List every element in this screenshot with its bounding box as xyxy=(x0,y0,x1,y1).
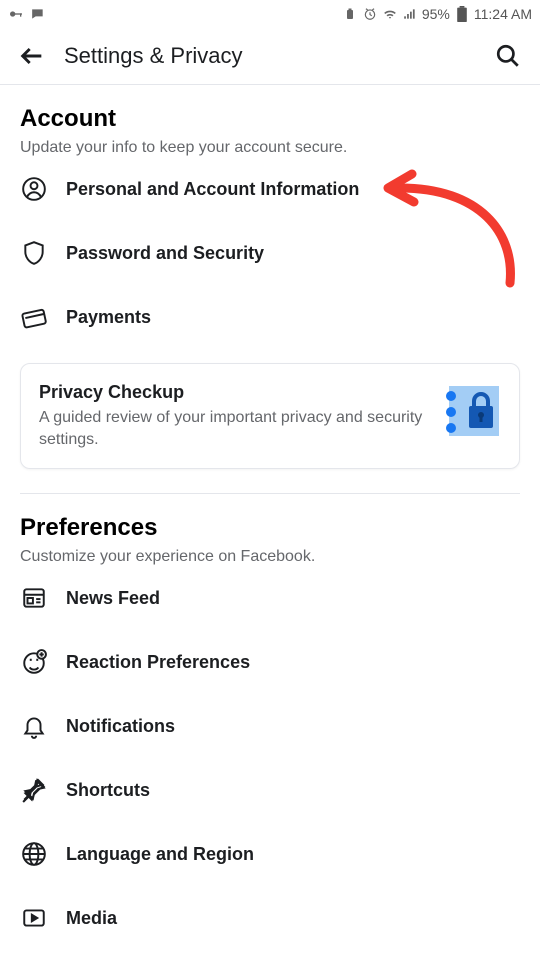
menu-item-news-feed[interactable]: News Feed xyxy=(20,566,520,630)
reaction-icon xyxy=(20,648,48,676)
menu-item-password-security[interactable]: Password and Security xyxy=(20,221,520,285)
search-button[interactable] xyxy=(494,42,522,70)
menu-label: Shortcuts xyxy=(66,780,150,801)
menu-item-shortcuts[interactable]: Shortcuts xyxy=(20,758,520,822)
menu-label: Payments xyxy=(66,307,151,328)
arrow-left-icon xyxy=(18,42,46,70)
card-title: Privacy Checkup xyxy=(39,382,425,403)
card-subtitle: A guided review of your important privac… xyxy=(39,407,425,450)
menu-label: Personal and Account Information xyxy=(66,179,359,200)
status-bar: 95% 11:24 AM xyxy=(0,0,540,28)
news-feed-icon xyxy=(20,584,48,612)
menu-label: News Feed xyxy=(66,588,160,609)
section-title-account: Account xyxy=(20,105,520,133)
battery-saver-icon xyxy=(342,6,358,22)
person-circle-icon xyxy=(20,175,48,203)
section-divider xyxy=(20,493,520,494)
menu-label: Notifications xyxy=(66,716,175,737)
menu-item-media[interactable]: Media xyxy=(20,886,520,950)
shield-icon xyxy=(20,239,48,267)
wifi-icon xyxy=(382,6,398,22)
menu-label: Password and Security xyxy=(66,243,264,264)
card-icon xyxy=(20,303,48,331)
alarm-icon xyxy=(362,6,378,22)
search-icon xyxy=(495,43,521,69)
globe-icon xyxy=(20,840,48,868)
battery-icon xyxy=(454,6,470,22)
menu-item-personal-info[interactable]: Personal and Account Information xyxy=(20,157,520,221)
battery-percent: 95% xyxy=(422,6,450,22)
privacy-lock-graphic xyxy=(441,382,501,442)
media-icon xyxy=(20,904,48,932)
menu-item-language-region[interactable]: Language and Region xyxy=(20,822,520,886)
page-title: Settings & Privacy xyxy=(64,43,476,69)
section-subtitle-account: Update your info to keep your account se… xyxy=(20,139,520,157)
menu-item-reaction-preferences[interactable]: Reaction Preferences xyxy=(20,630,520,694)
menu-item-payments[interactable]: Payments xyxy=(20,285,520,349)
menu-label: Reaction Preferences xyxy=(66,652,250,673)
clock: 11:24 AM xyxy=(474,6,532,22)
section-subtitle-preferences: Customize your experience on Facebook. xyxy=(20,548,520,566)
section-title-preferences: Preferences xyxy=(20,514,520,542)
menu-label: Media xyxy=(66,908,117,929)
chat-icon xyxy=(30,6,46,22)
menu-label: Language and Region xyxy=(66,844,254,865)
privacy-checkup-card[interactable]: Privacy Checkup A guided review of your … xyxy=(20,363,520,469)
key-icon xyxy=(8,6,24,22)
back-button[interactable] xyxy=(18,42,46,70)
signal-icon xyxy=(402,6,418,22)
app-header: Settings & Privacy xyxy=(0,28,540,85)
menu-item-notifications[interactable]: Notifications xyxy=(20,694,520,758)
pin-icon xyxy=(20,776,48,804)
bell-icon xyxy=(20,712,48,740)
